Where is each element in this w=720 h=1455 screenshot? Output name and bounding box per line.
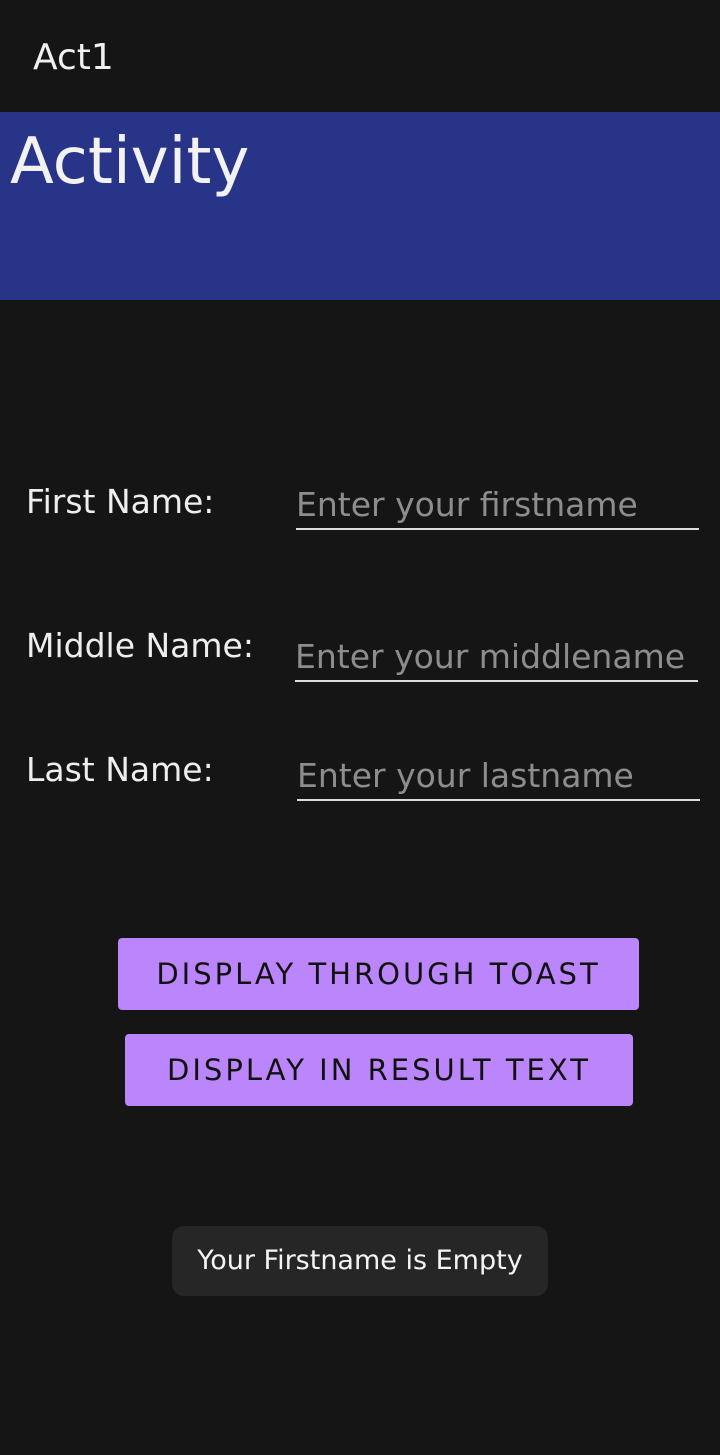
middle-name-label: Middle Name: [26, 626, 254, 665]
display-in-result-text-button[interactable]: DISPLAY IN RESULT TEXT [125, 1034, 633, 1106]
middle-name-field[interactable] [295, 632, 698, 682]
app-title: Act1 [33, 37, 114, 78]
app-bar: Act1 [0, 0, 720, 112]
first-name-label: First Name: [26, 482, 215, 521]
display-through-toast-button[interactable]: DISPLAY THROUGH TOAST [118, 938, 639, 1010]
toast-message: Your Firstname is Empty [172, 1226, 548, 1296]
last-name-field[interactable] [297, 751, 700, 801]
app-screen: Act1 Activity First Name: Middle Name: L… [0, 0, 720, 1455]
first-name-field[interactable] [296, 480, 699, 530]
banner-title: Activity [10, 125, 250, 199]
last-name-label: Last Name: [26, 750, 214, 789]
